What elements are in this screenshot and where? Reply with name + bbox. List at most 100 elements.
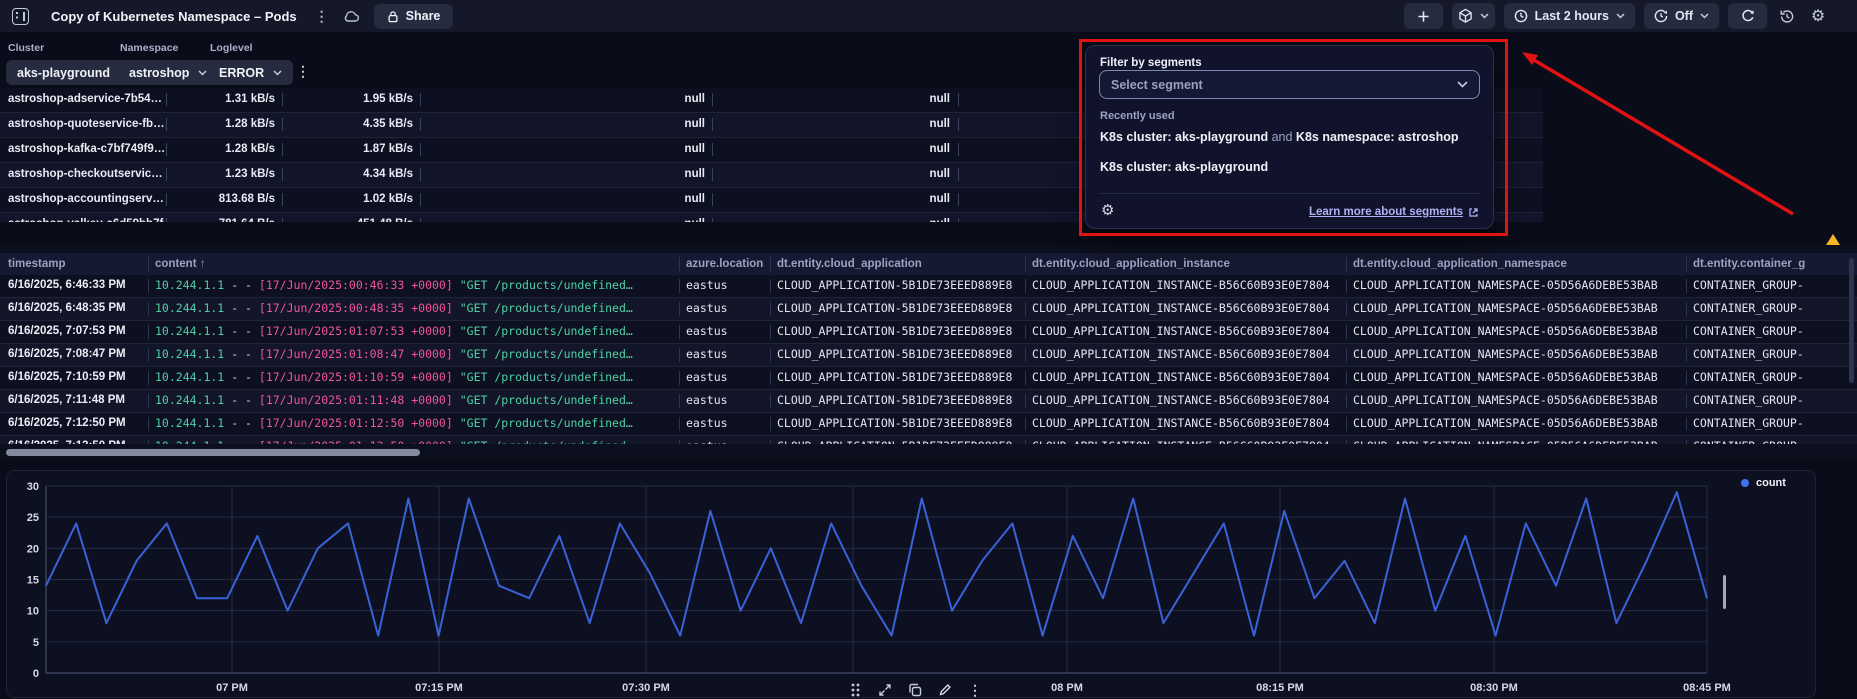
line-chart[interactable]: 0 5 10 15 20 25 30 07 PM 07:15 PM 07:30 PM 08 PM 08… [7,471,1815,697]
log-row[interactable]: 6/16/2025, 7:10:59 PM 10.244.1.1 - - [17/… [0,367,1857,390]
column-header-timestamp[interactable]: timestamp [8,253,66,275]
log-timestamp: 6/16/2025, 7:10:59 PM [8,371,126,383]
log-container-group: CONTAINER_GROUP- [1693,393,1804,407]
pod-cell: 781.64 B/s [170,213,275,222]
share-button[interactable]: Share [373,3,454,29]
time-range-picker[interactable]: Last 2 hours [1503,3,1635,29]
pod-cell: astroshop-adservice-7b545c… [8,93,166,105]
expand-icon[interactable] [876,681,894,699]
horizontal-scrollbar[interactable] [6,449,420,456]
cloud-icon[interactable] [343,9,360,23]
column-divider [282,168,283,181]
log-date: [17/Jun/2025:01:07:53 +0000] [258,324,453,338]
column-header-dtentitycloud_application_namespace[interactable]: dt.entity.cloud_application_namespace [1353,253,1567,275]
log-ip: 10.244.1.1 [155,324,225,338]
log-row[interactable]: 6/16/2025, 7:11:48 PM 10.244.1.1 - - [17/… [0,390,1857,413]
pod-cell: null [929,143,950,155]
column-divider [1025,302,1026,316]
drag-handle-icon[interactable] [846,681,864,699]
svg-text:15: 15 [27,575,39,587]
duplicate-icon[interactable] [906,681,924,699]
log-row[interactable]: 6/16/2025, 7:13:50 PM 10.244.1.1 - - [17/… [0,436,1857,444]
pod-cell: astroshop-quoteservice-fb4… [8,118,166,130]
gear-icon[interactable]: ⚙ [1807,3,1829,29]
chevron-down-icon [1457,81,1468,88]
column-header-dtentitycontainer_g[interactable]: dt.entity.container_g [1693,253,1805,275]
column-divider [1686,440,1687,444]
column-header-dtentitycloud_application_instance[interactable]: dt.entity.cloud_application_instance [1032,253,1230,275]
column-divider [166,143,167,156]
warning-triangle-icon[interactable] [1826,234,1840,245]
pod-cell: null [684,193,705,205]
namespace-dropdown[interactable]: astroshop [118,60,219,85]
column-header-content[interactable]: content ↑ [155,253,205,275]
log-row[interactable]: 6/16/2025, 6:48:35 PM 10.244.1.1 - - [17/… [0,298,1857,321]
log-dashes: - - [231,416,252,430]
column-divider [770,302,771,316]
column-divider [1346,325,1347,339]
log-cloud-application-namespace: CLOUD_APPLICATION_NAMESPACE-05D56A6DEBE5… [1353,416,1658,430]
tile-kebab-menu[interactable]: ⋮ [966,681,984,699]
gear-icon[interactable]: ⚙ [1101,202,1114,220]
column-divider [679,325,680,339]
svg-text:08:30 PM: 08:30 PM [1470,682,1518,694]
column-header-dtentitycloud_application[interactable]: dt.entity.cloud_application [777,253,922,275]
log-container-group: CONTAINER_GROUP- [1693,324,1804,338]
namespace-value: astroshop [129,65,190,80]
log-row[interactable]: 6/16/2025, 7:12:50 PM 10.244.1.1 - - [17/… [0,413,1857,436]
loglevel-value: ERROR [219,65,265,80]
log-row[interactable]: 6/16/2025, 6:46:33 PM 10.244.1.1 - - [17/… [0,275,1857,298]
auto-refresh-picker[interactable]: Off [1643,3,1719,29]
filter-label-cluster: Cluster [8,42,45,54]
column-divider [1025,371,1026,385]
column-divider [770,440,771,444]
column-divider [1686,394,1687,408]
title-kebab-menu[interactable]: ⋮ [315,8,329,25]
loglevel-dropdown[interactable]: ERROR [208,60,294,85]
filters-kebab-menu[interactable]: ⋮ [296,63,310,80]
column-divider [679,257,680,271]
chart-legend[interactable]: count [1741,477,1786,489]
column-divider [1686,257,1687,271]
column-divider [712,118,713,131]
log-azure-location: eastus [686,301,728,315]
column-divider [712,193,713,206]
legend-scrollbar[interactable] [1723,575,1726,609]
log-ip: 10.244.1.1 [155,370,225,384]
pod-cell: 1.28 kB/s [225,143,275,155]
share-label: Share [405,9,441,23]
log-row[interactable]: 6/16/2025, 7:07:53 PM 10.244.1.1 - - [17/… [0,321,1857,344]
pod-cell: 4.35 kB/s [363,118,413,130]
column-divider [958,218,959,222]
pod-cell: astroshop-valkey-c6d59bb7f [8,213,166,222]
learn-more-link[interactable]: Learn more about segments [1309,206,1479,218]
log-azure-location: eastus [686,436,766,444]
column-divider [1025,417,1026,431]
column-header-azurelocation[interactable]: azure.location [686,253,763,275]
column-divider [770,325,771,339]
edit-pencil-icon[interactable] [936,681,954,699]
segment-select[interactable]: Select segment [1099,70,1480,99]
pod-cell: 1.28 kB/s [225,118,275,130]
column-divider [148,325,149,339]
column-divider [1346,417,1347,431]
recent-segment-item[interactable]: K8s cluster: aks-playground and K8s name… [1100,130,1458,144]
segment-joiner: and [1268,130,1296,144]
log-ip: 10.244.1.1 [155,301,225,315]
column-divider [958,168,959,181]
log-row[interactable]: 6/16/2025, 7:08:47 PM 10.244.1.1 - - [17/… [0,344,1857,367]
column-divider [1686,279,1687,293]
add-tile-button[interactable] [1403,3,1443,29]
segments-button[interactable] [1451,3,1495,29]
history-button[interactable] [1776,3,1798,29]
column-divider [1686,325,1687,339]
log-timestamp: 6/16/2025, 6:46:33 PM [8,279,126,291]
log-date: [17/Jun/2025:01:12:50 +0000] [258,416,453,430]
column-divider [1686,348,1687,362]
learn-more-label: Learn more about segments [1308,206,1463,218]
refresh-button[interactable] [1728,3,1767,29]
recent-segment-item[interactable]: K8s cluster: aks-playground [1100,160,1268,174]
pod-cell: null [929,118,950,130]
vertical-scrollbar[interactable] [1849,258,1854,383]
dashboards-app-icon[interactable] [12,7,29,25]
